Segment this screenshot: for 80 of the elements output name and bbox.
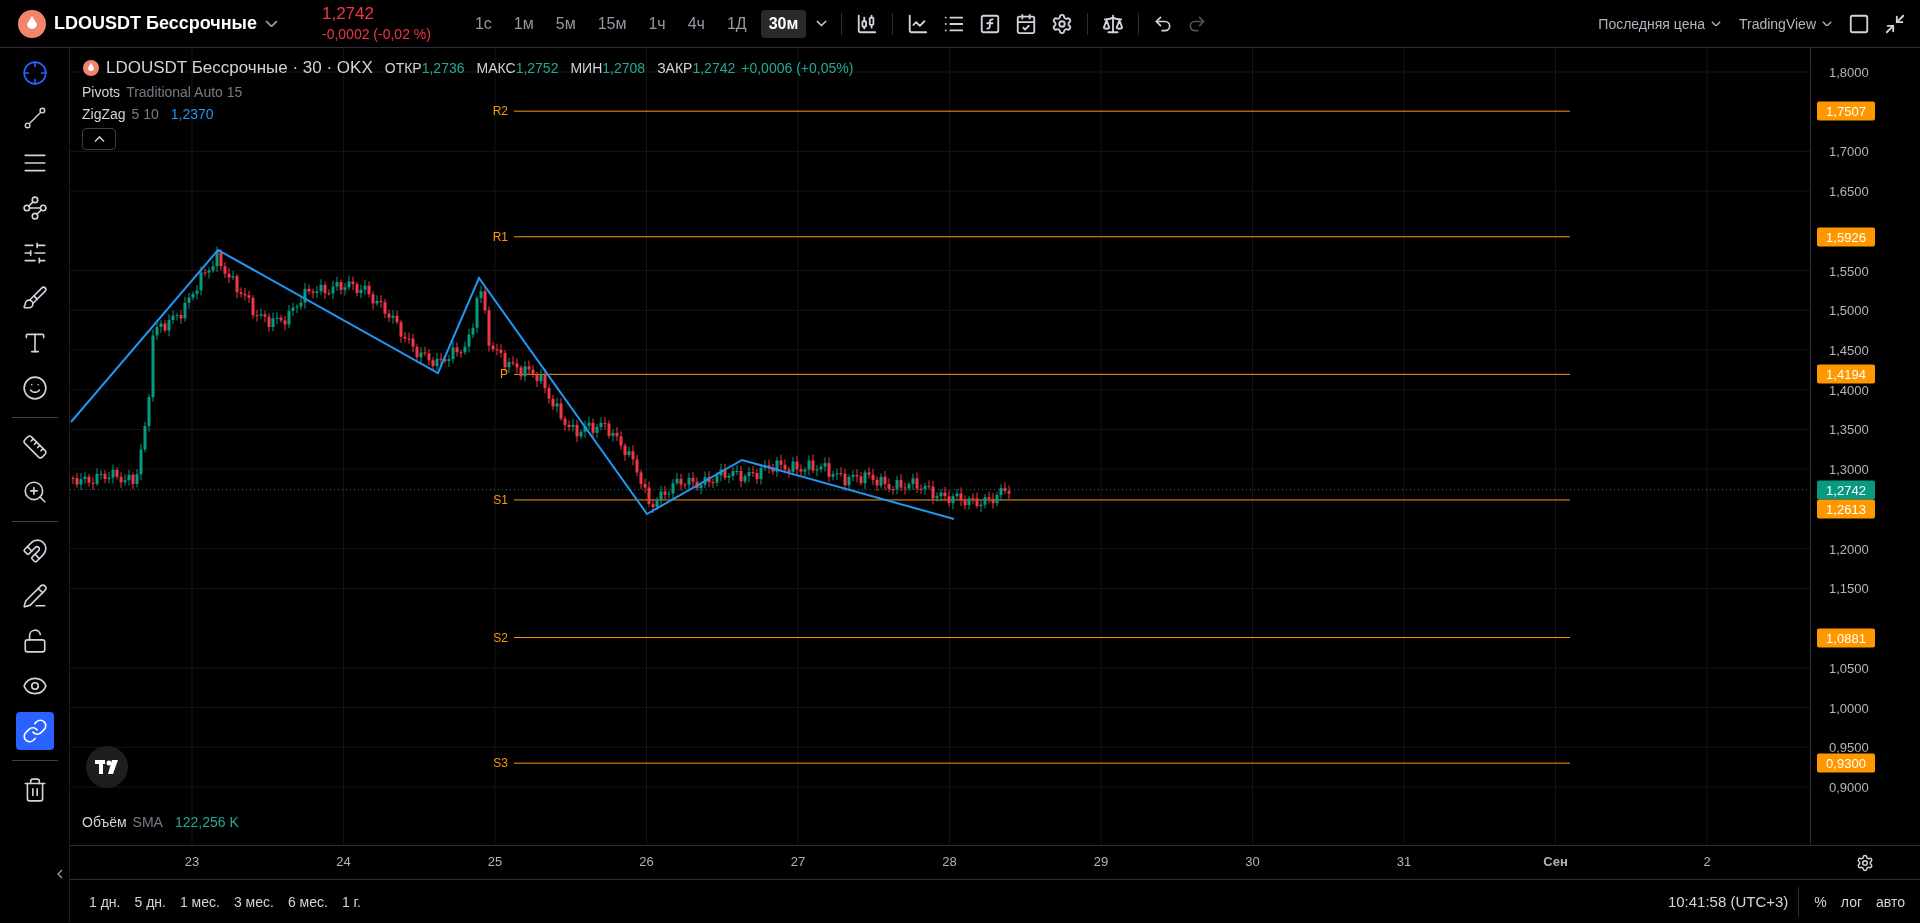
- price-label: 0,9300: [1817, 753, 1875, 773]
- price-label: 1,2742: [1817, 480, 1875, 500]
- interval-button[interactable]: 15м: [589, 9, 635, 38]
- range-button[interactable]: 1 мес.: [174, 889, 225, 914]
- price-tick: 1,0500: [1829, 660, 1869, 676]
- price-tick: 1,4500: [1829, 342, 1869, 358]
- interval-button[interactable]: 4ч: [679, 9, 713, 38]
- ohlc-label: ОТКР: [384, 60, 422, 76]
- price-tick: 1,5000: [1829, 302, 1869, 318]
- indicator-value: 1,2370: [170, 106, 214, 122]
- percent-button[interactable]: %: [1809, 889, 1832, 914]
- time-tick: 25: [487, 854, 503, 869]
- volume-params: SMA: [132, 814, 163, 830]
- range-button[interactable]: 1 г.: [336, 889, 366, 914]
- time-tick: 24: [336, 854, 351, 869]
- indicator-params: Traditional Auto 15: [126, 84, 243, 100]
- price-change: -0,0002 (-0,02 %): [322, 24, 431, 44]
- interval-button[interactable]: 30м: [760, 9, 807, 38]
- volume-value: 122,256 K: [174, 814, 239, 830]
- ohlc-label: МАКС: [476, 60, 516, 76]
- price-label: 1,4194: [1817, 364, 1875, 384]
- indicator-name: Pivots: [82, 84, 121, 100]
- price-tick: 1,5500: [1829, 263, 1869, 279]
- time-tick: 2: [1703, 854, 1711, 869]
- time-tick: 30: [1245, 854, 1260, 869]
- auto-button[interactable]: авто: [1871, 889, 1910, 914]
- time-tick: 28: [942, 854, 957, 869]
- interval-button[interactable]: 1м: [505, 9, 542, 38]
- symbol-selector[interactable]: LDOUSDT Бессрочные: [14, 9, 282, 38]
- price-tick: 1,8000: [1829, 64, 1869, 80]
- price-tick: 0,9500: [1829, 739, 1869, 755]
- ohlc-label: ЗАКР: [657, 60, 693, 76]
- interval-button[interactable]: 1с: [466, 9, 500, 38]
- pivot-label: R1: [492, 229, 508, 244]
- last-price: 1,2742: [322, 3, 375, 24]
- price-source-dropdown[interactable]: Последняя цена: [1592, 11, 1727, 36]
- ohlc-value: 1,2742: [692, 60, 736, 76]
- ohlc-label: МИН: [570, 60, 603, 76]
- range-button[interactable]: 6 мес.: [282, 889, 333, 914]
- price-tick: 1,3500: [1829, 421, 1869, 437]
- price-tick: 0,9000: [1829, 779, 1869, 795]
- ohlc-value: 1,2708: [602, 60, 646, 76]
- time-tick: Сен: [1543, 854, 1568, 869]
- price-tick: 1,6500: [1829, 183, 1869, 199]
- legend-change: +0,0006 (+0,05%): [741, 60, 854, 76]
- time-tick: 31: [1396, 854, 1412, 869]
- ohlc-value: 1,2752: [515, 60, 559, 76]
- interval-button[interactable]: 1ч: [640, 9, 674, 38]
- price-tick: 1,3000: [1829, 461, 1869, 477]
- range-button[interactable]: 5 дн.: [129, 889, 171, 914]
- brand-dropdown[interactable]: TradingView: [1732, 11, 1838, 36]
- time-tick: 29: [1093, 854, 1109, 869]
- pivot-label: P: [500, 367, 508, 382]
- ohlc-value: 1,2736: [421, 60, 465, 76]
- price-tick: 1,1500: [1829, 580, 1869, 596]
- log-button[interactable]: лог: [1835, 889, 1868, 914]
- pivot-label: S1: [493, 492, 508, 507]
- price-label: 1,0881: [1817, 628, 1875, 648]
- interval-button[interactable]: 5м: [547, 9, 584, 38]
- pivot-label: S2: [493, 630, 508, 645]
- price-tick: 1,2000: [1829, 541, 1869, 557]
- price-label: 1,2613: [1817, 499, 1875, 519]
- volume-name: Объём: [82, 814, 127, 830]
- price-tick: 1,4000: [1829, 382, 1869, 398]
- price-label: 1,7507: [1817, 101, 1875, 121]
- pivot-label: R2: [492, 104, 508, 119]
- range-button[interactable]: 3 мес.: [228, 889, 279, 914]
- time-tick: 23: [184, 854, 200, 869]
- range-button[interactable]: 1 дн.: [84, 889, 126, 914]
- indicator-name: ZigZag: [82, 106, 126, 122]
- indicator-params: 5 10: [131, 106, 159, 122]
- interval-button[interactable]: 1Д: [718, 9, 755, 38]
- price-tick: 1,7000: [1829, 143, 1869, 159]
- clock: 10:41:58 (UTC+3): [1667, 893, 1789, 910]
- pivot-label: S3: [493, 756, 508, 771]
- legend-title: LDOUSDT Бессрочные · 30 · OKX: [106, 58, 373, 78]
- price-tick: 1,0000: [1829, 700, 1869, 715]
- time-tick: 27: [790, 854, 806, 869]
- time-tick: 26: [639, 854, 654, 869]
- price-label: 1,5926: [1817, 227, 1875, 247]
